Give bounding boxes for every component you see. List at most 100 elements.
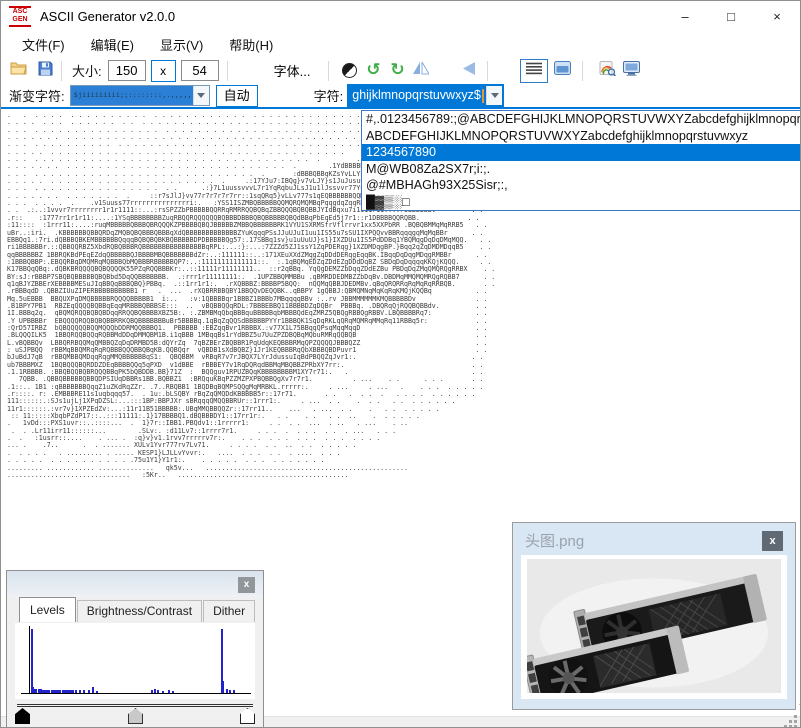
gpu-photo [527, 559, 781, 693]
histogram [15, 623, 255, 699]
rainbow-icon [599, 60, 616, 81]
color-preview-button[interactable] [595, 60, 619, 82]
black-point-handle[interactable] [15, 708, 30, 724]
menu-bar: 文件(F) 编辑(E) 显示(V) 帮助(H) [1, 31, 800, 57]
text-view-button[interactable] [520, 58, 549, 83]
image-panel-close-button[interactable]: x [762, 531, 783, 551]
image-frame [521, 555, 787, 699]
toolbar-separator [582, 60, 584, 81]
levels-panel-header[interactable] [7, 571, 263, 597]
app-window: ASC GEN ASCII Generator v2.0.0 – □ × 文件(… [0, 0, 801, 728]
histogram-spike [154, 688, 157, 693]
histogram-spike [161, 691, 164, 693]
chars-dropdown-popup: #,.0123456789:;@ABCDEFGHIJKLMNOPQRSTUVWX… [361, 110, 800, 211]
tab-levels[interactable]: Levels [19, 597, 76, 622]
chars-combo-arrow[interactable] [486, 86, 503, 105]
histogram-spike [150, 689, 153, 693]
histogram-spike [157, 690, 160, 693]
maximize-button[interactable]: □ [708, 1, 754, 31]
levels-close-button[interactable]: x [238, 577, 255, 593]
histogram-spike [226, 688, 229, 693]
font-button[interactable]: 字体... [265, 59, 319, 82]
save-button[interactable] [33, 60, 57, 82]
toolbar-separator [487, 60, 489, 81]
toolbar-separator [328, 60, 330, 81]
monitor-icon [622, 60, 640, 81]
chars-combobox[interactable]: ghijklmnopqrstuvwxyz$ [347, 84, 505, 107]
menu-item[interactable]: 显示(V) [147, 31, 216, 58]
histogram-spike [31, 629, 33, 693]
histogram-spike [222, 681, 225, 693]
midtone-handle[interactable] [128, 708, 143, 724]
flip-vertical-button[interactable] [457, 60, 481, 82]
char-dropdown-item[interactable]: @#MBHAGh93X25Sisr;:, [362, 177, 800, 194]
flip-horizontal-button[interactable] [409, 59, 433, 82]
character-toolbar: 渐变字符: $jiiiiiiiii;;::::::::,.,,,,,,.....… [1, 84, 800, 107]
histogram-y-axis [29, 626, 30, 694]
histogram-spike [229, 689, 232, 693]
gradient-combo-arrow[interactable] [192, 86, 209, 105]
histogram-x-axis [21, 693, 251, 694]
preview-monitor-button[interactable] [619, 60, 643, 82]
toolbar-separator [61, 60, 62, 81]
histogram-spike [92, 687, 95, 693]
width-input[interactable] [107, 60, 146, 81]
char-dropdown-item[interactable]: 1234567890 [362, 144, 800, 161]
menu-item[interactable]: 文件(F) [9, 31, 78, 58]
main-area: . . . . . . . . . . . . . . . . . . . . … [1, 109, 800, 727]
levels-slider [15, 702, 255, 726]
tab-brightness-contrast[interactable]: Brightness/Contrast [76, 600, 203, 622]
histogram-spike [87, 690, 90, 693]
window-controls: – □ × [662, 1, 800, 31]
close-button[interactable]: × [754, 1, 800, 31]
menu-item[interactable]: 帮助(H) [216, 31, 286, 58]
histogram-spike [232, 690, 235, 693]
toolbar: 大小: x 字体... ↺ ↻ [1, 57, 800, 84]
flip-vertical-icon [462, 61, 476, 80]
char-dropdown-item[interactable]: █▓▒░□ [362, 194, 800, 211]
histogram-spike [83, 690, 86, 693]
levels-tabs: Levels Brightness/Contrast Dither [19, 597, 256, 622]
image-panel-title: 头图.png [525, 533, 585, 550]
chars-value: ghijklmnopqrstuvwxyz$ [349, 86, 487, 105]
app-icon-text-bottom: GEN [12, 16, 28, 23]
chevron-down-icon [197, 93, 206, 98]
histogram-spike [171, 691, 174, 693]
histogram-spike [168, 689, 171, 693]
text-cursor [481, 88, 484, 103]
open-file-button[interactable] [7, 60, 31, 82]
gradient-chars-label: 渐变字符: [9, 89, 65, 104]
auto-button[interactable]: 自动 [215, 84, 258, 107]
height-input[interactable] [180, 60, 219, 81]
slider-track [17, 704, 253, 707]
levels-panel: x Levels Brightness/Contrast Dither [6, 570, 264, 727]
source-image-panel: 头图.png x [512, 522, 800, 710]
char-dropdown-item[interactable]: M@WB08Za2SX7r;i:;. [362, 161, 800, 178]
gradient-chars-value: $jiiiiiiiii;;::::::::,.,,,,,,........... [70, 86, 193, 105]
toolbar-separator [226, 60, 228, 81]
white-point-handle[interactable] [240, 708, 255, 724]
rotate-ccw-icon: ↺ [366, 60, 381, 80]
lock-ratio-button[interactable]: x [150, 59, 176, 82]
histogram-spike [78, 690, 81, 693]
window-title: ASCII Generator v2.0.0 [40, 8, 176, 24]
flip-horizontal-icon [413, 59, 431, 80]
app-icon-text-top: ASC [12, 8, 28, 15]
rotate-cw-button[interactable]: ↻ [385, 60, 409, 82]
minimize-button[interactable]: – [662, 1, 708, 31]
image-view-button[interactable] [548, 59, 576, 83]
tab-dither[interactable]: Dither [203, 600, 256, 622]
histogram-spike [96, 691, 99, 693]
char-dropdown-item[interactable]: #,.0123456789:;@ABCDEFGHIJKLMNOPQRSTUVWX… [362, 111, 800, 128]
menu-item[interactable]: 编辑(E) [78, 31, 147, 58]
title-bar: ASC GEN ASCII Generator v2.0.0 – □ × [1, 1, 800, 31]
window-resize-grip[interactable] [784, 715, 797, 727]
char-dropdown-item[interactable]: ABCDEFGHIJKLMNOPQRSTUVWXYZabcdefghijklmn… [362, 128, 800, 145]
rotate-ccw-button[interactable]: ↺ [361, 60, 385, 82]
gradient-chars-combobox[interactable]: $jiiiiiiiii;;::::::::,.,,,,,,........... [69, 85, 210, 106]
folder-open-icon [10, 61, 28, 80]
rotate-cw-icon: ↻ [390, 60, 405, 80]
invert-button[interactable] [337, 60, 361, 82]
panel-resize-grip[interactable] [795, 693, 800, 705]
gpu-illustration [527, 559, 781, 693]
